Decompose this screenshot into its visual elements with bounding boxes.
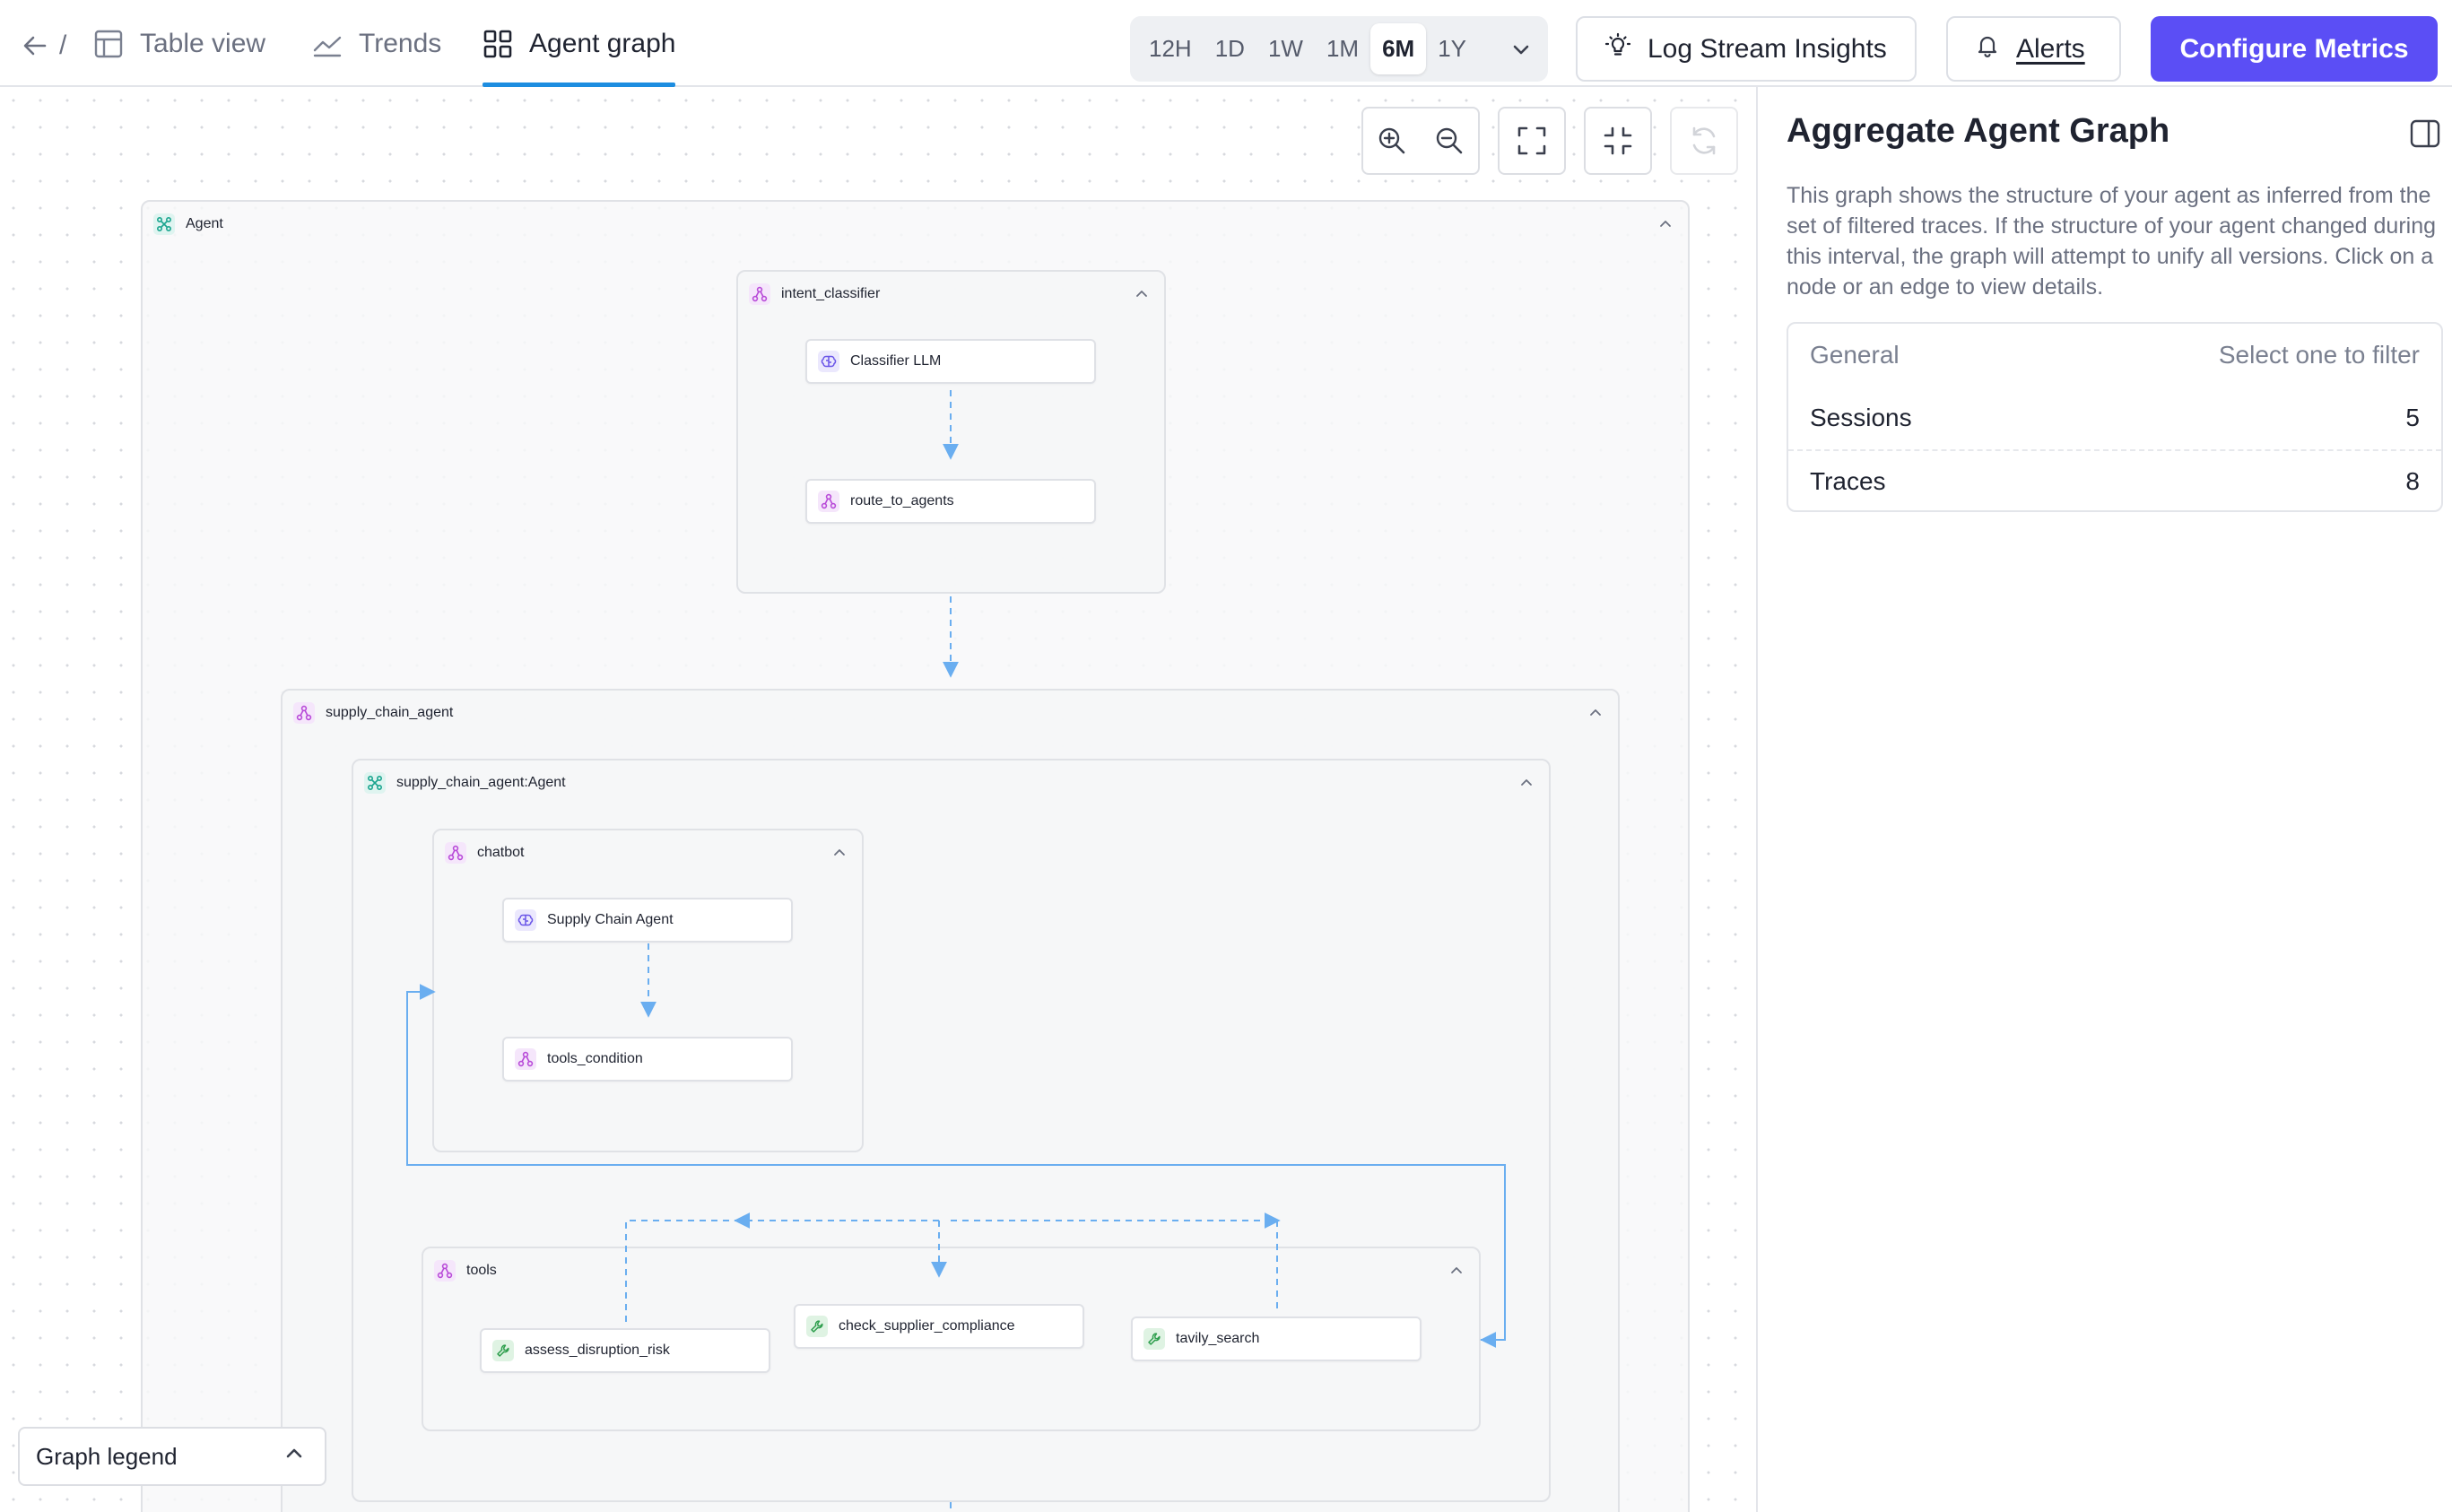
group-header: intent_classifier bbox=[749, 281, 880, 308]
chevron-up-icon[interactable] bbox=[1517, 773, 1536, 793]
subgraph-icon bbox=[293, 702, 315, 724]
chevron-up-icon[interactable] bbox=[1586, 703, 1605, 723]
chevron-down-icon[interactable] bbox=[1501, 23, 1541, 74]
node-check-supplier-compliance[interactable]: check_supplier_compliance bbox=[794, 1304, 1084, 1349]
group-label: supply_chain_agent:Agent bbox=[396, 775, 566, 790]
node-tavily-search[interactable]: tavily_search bbox=[1131, 1316, 1422, 1361]
time-range-selector: 12H 1D 1W 1M 6M 1Y bbox=[1130, 16, 1548, 82]
graph-canvas[interactable]: Agent intent_classifier supply_chain_age… bbox=[0, 87, 1756, 1512]
stats-header: General Select one to filter bbox=[1788, 324, 2441, 387]
alerts-label: Alerts bbox=[2016, 33, 2085, 64]
collapse-all-icon[interactable] bbox=[1584, 107, 1652, 175]
details-panel: Aggregate Agent Graph This graph shows t… bbox=[1758, 87, 2452, 1512]
lightbulb-icon bbox=[1604, 32, 1631, 66]
bell-icon bbox=[1975, 33, 2000, 65]
group-label: tools bbox=[466, 1263, 497, 1278]
trend-line-icon bbox=[312, 29, 343, 59]
stats-row-traces[interactable]: Traces 8 bbox=[1788, 449, 2441, 512]
node-label: tavily_search bbox=[1176, 1331, 1260, 1346]
fit-view-icon[interactable] bbox=[1498, 107, 1566, 175]
range-option-1d[interactable]: 1D bbox=[1204, 23, 1256, 74]
chevron-up-icon[interactable] bbox=[1447, 1261, 1466, 1281]
zoom-out-icon[interactable] bbox=[1424, 116, 1474, 166]
tool-wrench-icon bbox=[1143, 1328, 1165, 1350]
node-route-to-agents[interactable]: route_to_agents bbox=[805, 479, 1096, 524]
group-chatbot[interactable]: chatbot bbox=[432, 829, 864, 1152]
stats-row-sessions[interactable]: Sessions 5 bbox=[1788, 387, 2441, 449]
group-label: chatbot bbox=[477, 845, 525, 860]
node-supply-chain-agent-llm[interactable]: Supply Chain Agent bbox=[502, 898, 793, 943]
stats-header-label: General bbox=[1810, 341, 1900, 369]
group-label: supply_chain_agent bbox=[326, 705, 454, 720]
zoom-controls bbox=[1361, 107, 1480, 175]
select-filter-link[interactable]: Select one to filter bbox=[2219, 341, 2420, 369]
range-option-6m[interactable]: 6M bbox=[1370, 23, 1427, 74]
sidebar-toggle-icon[interactable] bbox=[2407, 116, 2443, 152]
node-label: tools_condition bbox=[547, 1051, 643, 1066]
range-option-1w[interactable]: 1W bbox=[1256, 23, 1315, 74]
tab-table-view[interactable]: Table view bbox=[93, 0, 265, 87]
llm-brain-icon bbox=[818, 351, 839, 372]
chevron-up-icon[interactable] bbox=[1132, 284, 1152, 304]
alerts-button[interactable]: Alerts bbox=[1946, 16, 2121, 82]
tab-label: Agent graph bbox=[529, 28, 676, 58]
node-tools-condition[interactable]: tools_condition bbox=[502, 1037, 793, 1082]
chevron-up-icon[interactable] bbox=[830, 843, 849, 863]
group-header: supply_chain_agent bbox=[293, 700, 453, 726]
group-header: supply_chain_agent:Agent bbox=[364, 769, 566, 796]
node-label: assess_disruption_risk bbox=[525, 1343, 670, 1358]
tool-wrench-icon bbox=[492, 1340, 514, 1361]
subgraph-icon bbox=[818, 491, 839, 512]
node-label: route_to_agents bbox=[850, 493, 954, 508]
node-label: Classifier LLM bbox=[850, 353, 942, 369]
tab-label: Table view bbox=[140, 28, 266, 58]
tool-wrench-icon bbox=[806, 1316, 828, 1337]
stats-value: 5 bbox=[2405, 404, 2420, 431]
group-label: Agent bbox=[186, 216, 223, 231]
panel-description: This graph shows the structure of your a… bbox=[1787, 183, 2437, 300]
node-assess-disruption-risk[interactable]: assess_disruption_risk bbox=[480, 1328, 770, 1373]
stats-table: General Select one to filter Sessions 5 … bbox=[1787, 322, 2443, 512]
table-icon bbox=[93, 29, 124, 59]
group-header: chatbot bbox=[445, 839, 524, 866]
group-header: Agent bbox=[153, 211, 223, 238]
log-stream-insights-button[interactable]: Log Stream Insights bbox=[1576, 16, 1917, 82]
stats-value: 8 bbox=[2405, 467, 2420, 495]
node-label: check_supplier_compliance bbox=[839, 1318, 1015, 1334]
group-label: intent_classifier bbox=[781, 286, 881, 301]
configure-metrics-button[interactable]: Configure Metrics bbox=[2151, 16, 2438, 82]
range-option-12h[interactable]: 12H bbox=[1137, 23, 1204, 74]
group-intent-classifier[interactable]: intent_classifier bbox=[736, 270, 1166, 594]
subgraph-icon bbox=[434, 1260, 456, 1282]
subgraph-icon bbox=[515, 1048, 536, 1070]
graph-legend-label: Graph legend bbox=[36, 1442, 178, 1470]
range-option-1y[interactable]: 1Y bbox=[1426, 23, 1478, 74]
node-label: Supply Chain Agent bbox=[547, 912, 674, 927]
tab-agent-graph[interactable]: Agent graph bbox=[483, 0, 676, 87]
node-classifier-llm[interactable]: Classifier LLM bbox=[805, 339, 1096, 384]
refresh-icon[interactable] bbox=[1670, 107, 1738, 175]
log-stream-insights-label: Log Stream Insights bbox=[1648, 33, 1887, 64]
panel-title: Aggregate Agent Graph bbox=[1787, 112, 2170, 150]
stats-label: Sessions bbox=[1810, 404, 1912, 431]
subgraph-icon bbox=[749, 283, 770, 305]
tab-label: Trends bbox=[359, 28, 442, 58]
grid-icon bbox=[483, 29, 513, 59]
tab-trends[interactable]: Trends bbox=[312, 0, 441, 87]
chevron-up-icon[interactable] bbox=[1656, 214, 1675, 234]
llm-brain-icon bbox=[515, 909, 536, 931]
agent-icon bbox=[153, 213, 175, 235]
zoom-in-icon[interactable] bbox=[1367, 116, 1417, 166]
chevron-up-icon bbox=[282, 1441, 307, 1473]
graph-legend-toggle[interactable]: Graph legend bbox=[18, 1427, 326, 1486]
range-option-1m[interactable]: 1M bbox=[1315, 23, 1370, 74]
stats-label: Traces bbox=[1810, 467, 1886, 495]
agent-icon bbox=[364, 772, 386, 794]
subgraph-icon bbox=[445, 842, 466, 864]
top-bar: / Table view Trends Agent graph 12H 1D 1… bbox=[0, 0, 2452, 87]
group-header: tools bbox=[434, 1257, 497, 1284]
back-arrow-icon[interactable] bbox=[20, 30, 50, 61]
breadcrumb-separator: / bbox=[59, 30, 67, 60]
